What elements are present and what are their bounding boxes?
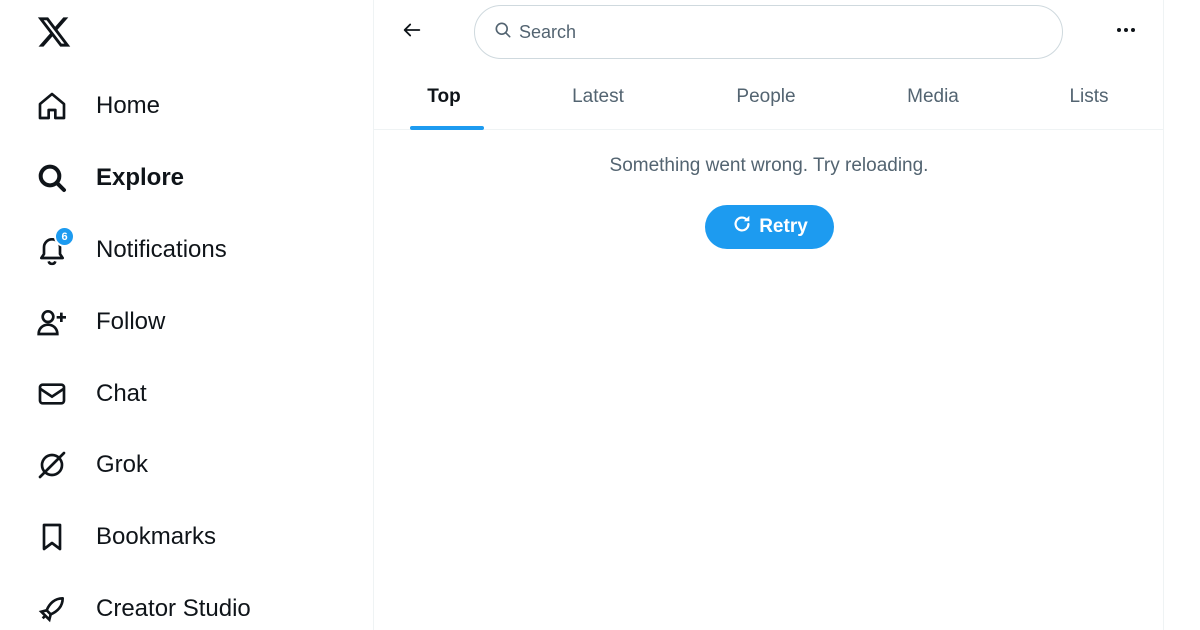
- search-icon: [493, 20, 513, 45]
- retry-button[interactable]: Retry: [705, 205, 834, 249]
- more-options-button[interactable]: [1108, 14, 1144, 50]
- x-logo-icon[interactable]: [36, 14, 72, 50]
- tab-people[interactable]: People: [718, 64, 814, 130]
- bell-icon: 6: [24, 222, 80, 278]
- tab-lists[interactable]: Lists: [1054, 64, 1124, 130]
- app-window: Home Explore 6 Notifications Follow Chat…: [0, 0, 1200, 630]
- sidebar: Home Explore 6 Notifications Follow Chat…: [0, 0, 373, 630]
- sidebar-item-label: Creator Studio: [96, 595, 251, 622]
- person-add-icon: [24, 294, 80, 350]
- sidebar-item-label: Grok: [96, 451, 149, 478]
- explore-main-column: Top Latest People Media Lists Something …: [373, 0, 1164, 630]
- sidebar-item-bookmarks[interactable]: Bookmarks: [24, 509, 324, 565]
- sidebar-item-label: Bookmarks: [96, 523, 217, 550]
- search-icon: [24, 150, 80, 206]
- refresh-icon: [731, 213, 759, 241]
- tab-media[interactable]: Media: [889, 64, 977, 130]
- sidebar-item-home[interactable]: Home: [24, 78, 324, 134]
- sidebar-item-creator-studio[interactable]: Creator Studio: [24, 581, 324, 630]
- sidebar-item-label: Chat: [96, 380, 147, 407]
- retry-label: Retry: [759, 216, 808, 237]
- sidebar-item-label: Explore: [96, 164, 185, 191]
- search-input[interactable]: [519, 21, 999, 43]
- grok-icon: [24, 437, 80, 493]
- sidebar-item-explore[interactable]: Explore: [24, 150, 324, 206]
- active-tab-indicator: [410, 126, 484, 130]
- notification-badge: 6: [54, 226, 75, 247]
- sidebar-item-label: Follow: [96, 308, 166, 335]
- sidebar-item-notifications[interactable]: 6 Notifications: [24, 222, 324, 278]
- rocket-icon: [24, 581, 80, 630]
- tab-latest[interactable]: Latest: [554, 64, 642, 130]
- sidebar-item-label: Notifications: [96, 236, 227, 263]
- tab-label: Lists: [1069, 86, 1109, 107]
- search-box[interactable]: [474, 5, 1063, 59]
- search-tabs: Top Latest People Media Lists: [374, 64, 1164, 130]
- back-arrow-icon: [401, 19, 423, 46]
- tab-label: Media: [907, 86, 959, 107]
- more-dots-icon: [1114, 18, 1138, 47]
- tab-label: People: [736, 86, 796, 107]
- back-button[interactable]: [394, 14, 430, 50]
- sidebar-item-follow[interactable]: Follow: [24, 294, 324, 350]
- envelope-icon: [24, 366, 80, 422]
- tab-label: Top: [427, 86, 461, 107]
- sidebar-item-label: Home: [96, 92, 161, 119]
- sidebar-item-grok[interactable]: Grok: [24, 437, 324, 493]
- tab-top[interactable]: Top: [410, 64, 484, 130]
- sidebar-item-chat[interactable]: Chat: [24, 366, 324, 422]
- bookmark-icon: [24, 509, 80, 565]
- tab-label: Latest: [572, 86, 624, 107]
- error-message: Something went wrong. Try reloading.: [609, 155, 929, 176]
- home-icon: [24, 78, 80, 134]
